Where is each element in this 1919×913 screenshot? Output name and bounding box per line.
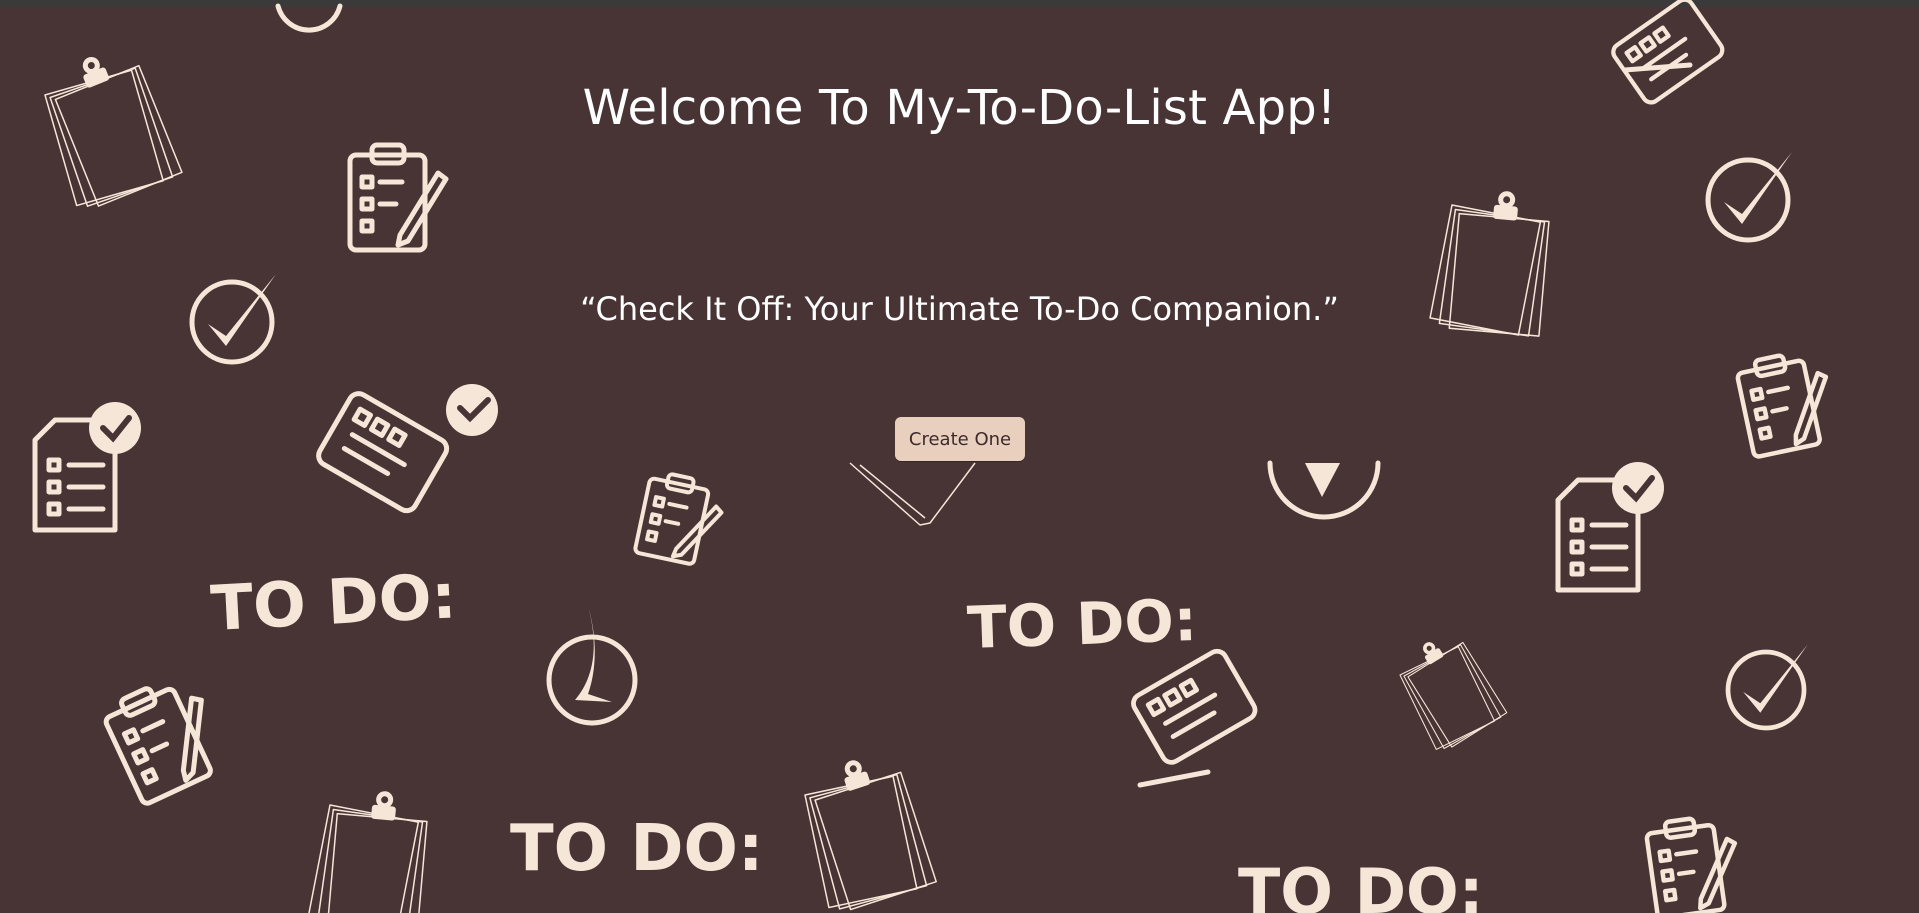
- welcome-section: Welcome To My-To-Do-List App! “Check It …: [0, 0, 1919, 913]
- page-title: Welcome To My-To-Do-List App!: [582, 80, 1337, 136]
- create-one-button[interactable]: Create One: [895, 417, 1025, 461]
- tagline: “Check It Off: Your Ultimate To-Do Compa…: [580, 290, 1339, 328]
